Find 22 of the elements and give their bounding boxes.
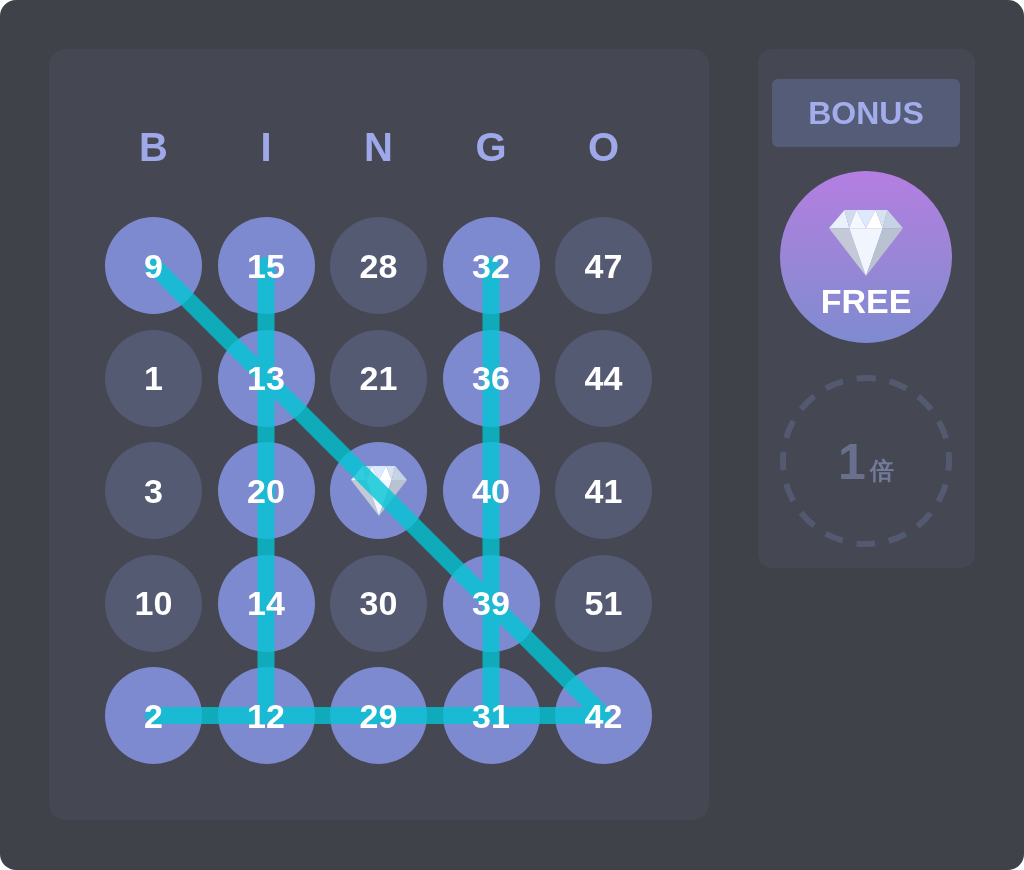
bingo-number-cell[interactable]: 30 xyxy=(330,554,427,652)
free-label: FREE xyxy=(820,284,912,318)
column-letter: B xyxy=(139,127,168,167)
bonus-header: BONUS xyxy=(772,79,960,147)
bingo-number-cell[interactable]: 21 xyxy=(330,329,427,427)
diamond-icon xyxy=(350,465,407,516)
column-letter: N xyxy=(364,127,393,167)
multiplier-unit: 倍 xyxy=(869,459,894,483)
bingo-number-cell[interactable]: 3 xyxy=(105,442,202,539)
bingo-number-cell[interactable]: 51 xyxy=(555,554,652,652)
bingo-number-cell[interactable]: 2 xyxy=(105,667,202,764)
bingo-number-cell[interactable]: 41 xyxy=(555,442,652,539)
multiplier-value: 1 xyxy=(838,437,866,487)
diamond-icon xyxy=(829,210,903,276)
column-letter: G xyxy=(475,127,507,167)
bingo-number-cell[interactable]: 47 xyxy=(555,217,652,314)
column-letter: I xyxy=(260,127,272,167)
bingo-number-cell[interactable]: 10 xyxy=(105,554,202,652)
bingo-number-cell[interactable]: 1 xyxy=(105,329,202,427)
column-letter: O xyxy=(587,127,620,167)
bingo-number-cell[interactable]: 44 xyxy=(555,329,652,427)
bingo-number-cell[interactable]: 28 xyxy=(330,217,427,314)
